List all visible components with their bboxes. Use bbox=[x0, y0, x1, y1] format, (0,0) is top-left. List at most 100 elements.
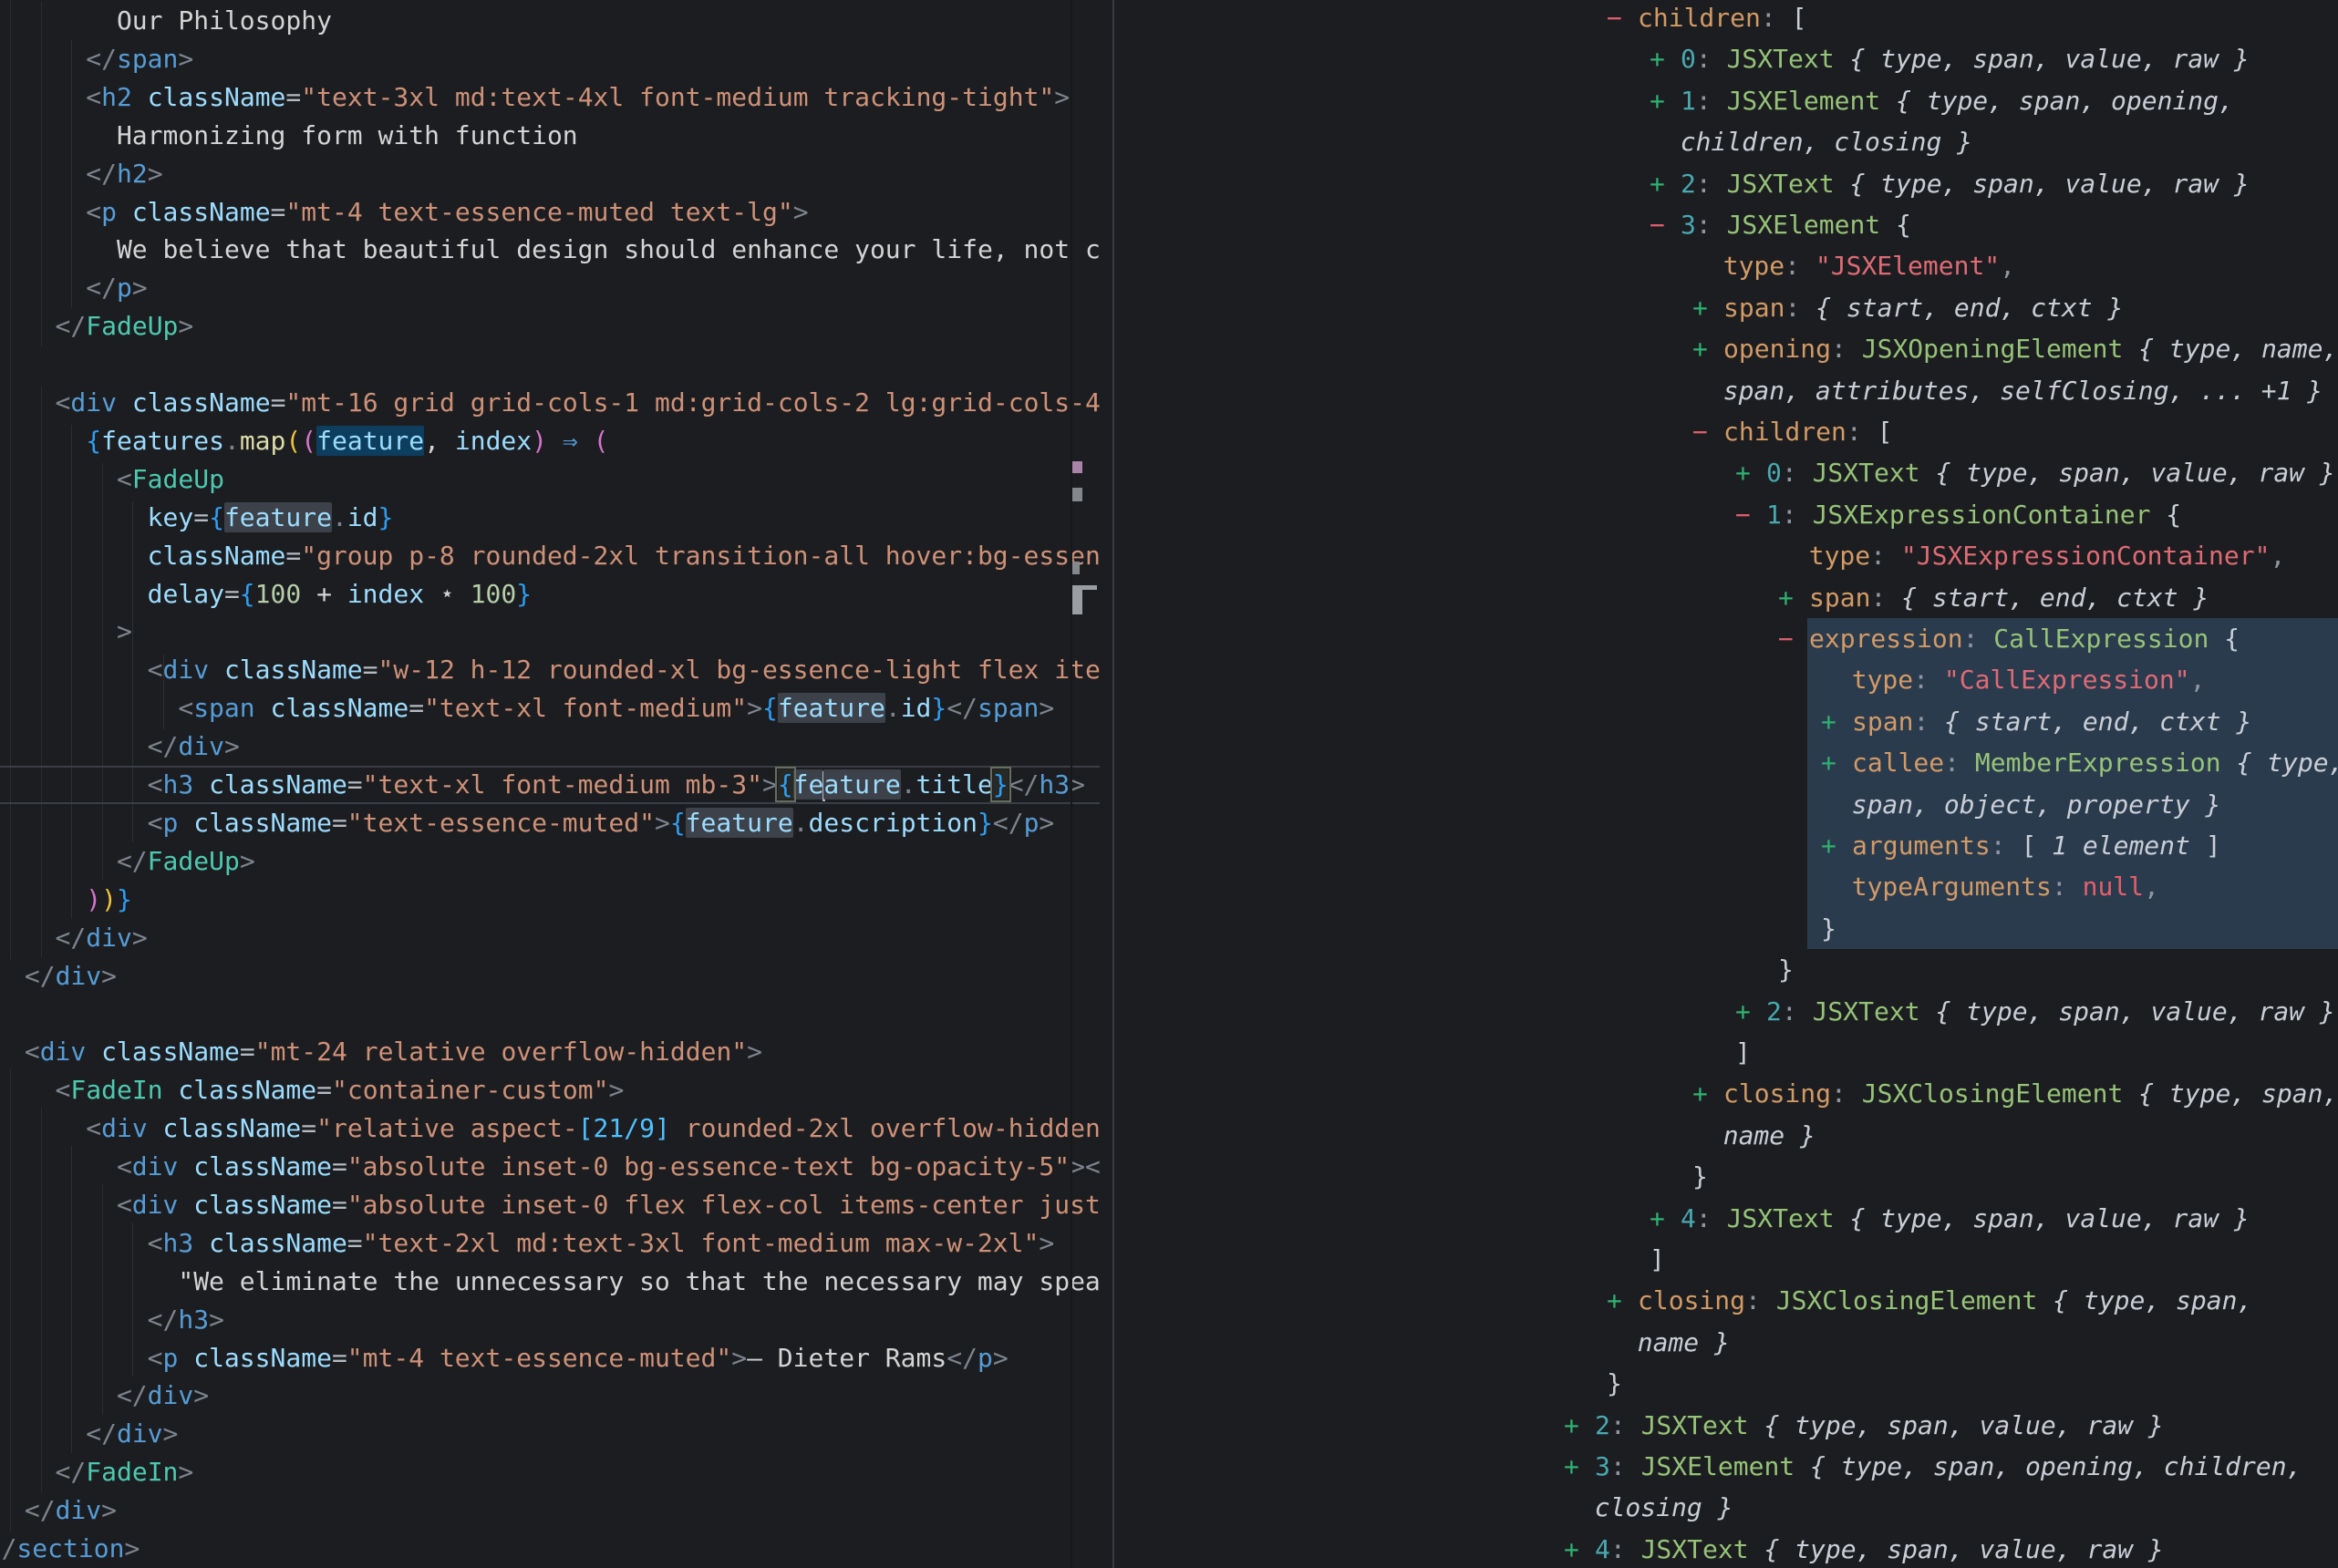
ast-line[interactable]: ] bbox=[1112, 1032, 2338, 1073]
ast-line[interactable]: −1: JSXExpressionContainer { bbox=[1112, 494, 2338, 535]
code-line[interactable]: </h3> bbox=[0, 1301, 1102, 1339]
code-line[interactable]: <div className="w-12 h-12 rounded-xl bg-… bbox=[0, 651, 1102, 689]
ast-line[interactable]: closing } bbox=[1112, 1487, 2338, 1528]
code-line[interactable]: </FadeUp> bbox=[0, 307, 1102, 346]
ast-line[interactable]: children, closing } bbox=[1112, 121, 2338, 162]
collapse-toggle-icon[interactable]: − bbox=[1735, 494, 1751, 535]
code-line[interactable]: <div className="relative aspect-[21/9] r… bbox=[0, 1109, 1102, 1148]
ast-line[interactable]: +span: { start, end, ctxt } bbox=[1112, 701, 2338, 742]
code-line[interactable]: Our Philosophy bbox=[0, 2, 1102, 40]
code-line[interactable]: /section> bbox=[0, 1530, 1102, 1568]
code-line[interactable]: We believe that beautiful design should … bbox=[0, 231, 1102, 269]
ast-line[interactable]: +arguments: [ 1 element ] bbox=[1112, 825, 2338, 866]
ast-line[interactable]: +callee: MemberExpression { type, bbox=[1112, 742, 2338, 783]
code-line[interactable]: </div> bbox=[0, 957, 1102, 995]
code-line[interactable]: className="group p-8 rounded-2xl transit… bbox=[0, 537, 1102, 575]
code-line[interactable]: <div className="mt-16 grid grid-cols-1 m… bbox=[0, 384, 1102, 422]
expand-toggle-icon[interactable]: + bbox=[1821, 701, 1836, 742]
code-line[interactable]: </p> bbox=[0, 269, 1102, 307]
code-line[interactable]: {features.map((feature, index) ⇒ ( bbox=[0, 422, 1102, 460]
code-line[interactable]: <FadeUp bbox=[0, 460, 1102, 499]
code-line[interactable]: </div> bbox=[0, 1415, 1102, 1453]
code-line[interactable]: <p className="mt-4 text-essence-muted">—… bbox=[0, 1339, 1102, 1377]
ast-line[interactable]: −children: [ bbox=[1112, 411, 2338, 452]
code-line[interactable]: </div> bbox=[0, 1377, 1102, 1415]
ast-line[interactable]: +closing: JSXClosingElement { type, span… bbox=[1112, 1073, 2338, 1114]
ast-line[interactable]: span, object, property } bbox=[1112, 784, 2338, 825]
collapse-toggle-icon[interactable]: − bbox=[1778, 618, 1794, 659]
ast-panel[interactable]: −children: [+0: JSXText { type, span, va… bbox=[1112, 0, 2338, 1568]
expand-toggle-icon[interactable]: + bbox=[1821, 742, 1836, 783]
code-line[interactable] bbox=[0, 346, 1102, 384]
code-line[interactable]: <h3 className="text-2xl md:text-3xl font… bbox=[0, 1224, 1102, 1263]
ast-line[interactable]: +closing: JSXClosingElement { type, span… bbox=[1112, 1280, 2338, 1321]
code-line[interactable]: <h3 className="text-xl font-medium mb-3"… bbox=[0, 766, 1102, 804]
collapse-toggle-icon[interactable]: − bbox=[1650, 204, 1665, 245]
ast-line[interactable]: +3: JSXElement { type, span, opening, ch… bbox=[1112, 1446, 2338, 1487]
code-line[interactable]: <h2 className="text-3xl md:text-4xl font… bbox=[0, 78, 1102, 117]
code-line[interactable]: <div className="absolute inset-0 flex fl… bbox=[0, 1186, 1102, 1224]
expand-toggle-icon[interactable]: + bbox=[1564, 1405, 1579, 1446]
expand-toggle-icon[interactable]: + bbox=[1564, 1529, 1579, 1568]
expand-toggle-icon[interactable]: + bbox=[1778, 577, 1794, 618]
code-line[interactable]: delay={100 + index ⋆ 100} bbox=[0, 575, 1102, 614]
code-line[interactable]: </FadeUp> bbox=[0, 842, 1102, 881]
ast-line[interactable]: +2: JSXText { type, span, value, raw } bbox=[1112, 991, 2338, 1032]
expand-toggle-icon[interactable]: + bbox=[1692, 287, 1708, 328]
code-line[interactable]: </div> bbox=[0, 919, 1102, 957]
ast-line[interactable]: type: "JSXElement", bbox=[1112, 245, 2338, 286]
code-line[interactable]: </h2> bbox=[0, 155, 1102, 193]
ast-line[interactable]: +0: JSXText { type, span, value, raw } bbox=[1112, 38, 2338, 79]
ast-line[interactable]: } bbox=[1112, 1156, 2338, 1197]
expand-toggle-icon[interactable]: + bbox=[1650, 80, 1665, 121]
code-line[interactable]: </div> bbox=[0, 727, 1102, 766]
ast-line[interactable]: +2: JSXText { type, span, value, raw } bbox=[1112, 1405, 2338, 1446]
expand-toggle-icon[interactable]: + bbox=[1692, 1073, 1708, 1114]
ast-line[interactable]: −children: [ bbox=[1112, 0, 2338, 38]
code-line[interactable]: <p className="mt-4 text-essence-muted te… bbox=[0, 193, 1102, 232]
code-line[interactable]: <p className="text-essence-muted">{featu… bbox=[0, 804, 1102, 842]
expand-toggle-icon[interactable]: + bbox=[1821, 825, 1836, 866]
ast-line[interactable]: +span: { start, end, ctxt } bbox=[1112, 577, 2338, 618]
ast-line[interactable]: name } bbox=[1112, 1322, 2338, 1363]
ast-line[interactable]: span, attributes, selfClosing, ... +1 } bbox=[1112, 370, 2338, 411]
ast-line[interactable]: +4: JSXText { type, span, value, raw } bbox=[1112, 1198, 2338, 1239]
ast-line[interactable]: typeArguments: null, bbox=[1112, 866, 2338, 907]
expand-toggle-icon[interactable]: + bbox=[1692, 328, 1708, 369]
expand-toggle-icon[interactable]: + bbox=[1735, 991, 1751, 1032]
ast-line[interactable]: +1: JSXElement { type, span, opening, bbox=[1112, 80, 2338, 121]
code-line[interactable]: </span> bbox=[0, 40, 1102, 78]
code-line[interactable] bbox=[0, 995, 1102, 1033]
expand-toggle-icon[interactable]: + bbox=[1650, 1198, 1665, 1239]
expand-toggle-icon[interactable]: + bbox=[1735, 452, 1751, 493]
ast-line[interactable]: −expression: CallExpression { bbox=[1112, 618, 2338, 659]
collapse-toggle-icon[interactable]: − bbox=[1692, 411, 1708, 452]
code-line[interactable]: <div className="absolute inset-0 bg-esse… bbox=[0, 1148, 1102, 1186]
code-line[interactable]: <FadeIn className="container-custom"> bbox=[0, 1071, 1102, 1109]
ast-line[interactable]: +span: { start, end, ctxt } bbox=[1112, 287, 2338, 328]
ast-line[interactable]: +opening: JSXOpeningElement { type, name… bbox=[1112, 328, 2338, 369]
ast-line[interactable]: } bbox=[1112, 949, 2338, 990]
code-line[interactable]: ))} bbox=[0, 881, 1102, 919]
ast-line[interactable]: ] bbox=[1112, 1239, 2338, 1280]
ast-line[interactable]: −3: JSXElement { bbox=[1112, 204, 2338, 245]
code-line[interactable]: key={feature.id} bbox=[0, 499, 1102, 537]
ast-line[interactable]: type: "CallExpression", bbox=[1112, 659, 2338, 700]
expand-toggle-icon[interactable]: + bbox=[1650, 163, 1665, 204]
expand-toggle-icon[interactable]: + bbox=[1650, 38, 1665, 79]
code-line[interactable]: </div> bbox=[0, 1491, 1102, 1530]
ast-line[interactable]: +0: JSXText { type, span, value, raw } bbox=[1112, 452, 2338, 493]
code-line[interactable]: <span className="text-xl font-medium">{f… bbox=[0, 689, 1102, 727]
code-line[interactable]: "We eliminate the unnecessary so that th… bbox=[0, 1263, 1102, 1301]
expand-toggle-icon[interactable]: + bbox=[1607, 1280, 1622, 1321]
ast-line[interactable]: name } bbox=[1112, 1115, 2338, 1156]
collapse-toggle-icon[interactable]: − bbox=[1607, 0, 1622, 38]
expand-toggle-icon[interactable]: + bbox=[1564, 1446, 1579, 1487]
ast-line[interactable]: } bbox=[1112, 908, 2338, 949]
ast-line[interactable]: } bbox=[1112, 1363, 2338, 1404]
ast-line[interactable]: +2: JSXText { type, span, value, raw } bbox=[1112, 163, 2338, 204]
ast-line[interactable]: type: "JSXExpressionContainer", bbox=[1112, 535, 2338, 576]
code-line[interactable]: <div className="mt-24 relative overflow-… bbox=[0, 1033, 1102, 1071]
code-line[interactable]: </FadeIn> bbox=[0, 1453, 1102, 1491]
code-editor-pane[interactable]: Our Philosophy</span><h2 className="text… bbox=[0, 0, 1102, 1568]
